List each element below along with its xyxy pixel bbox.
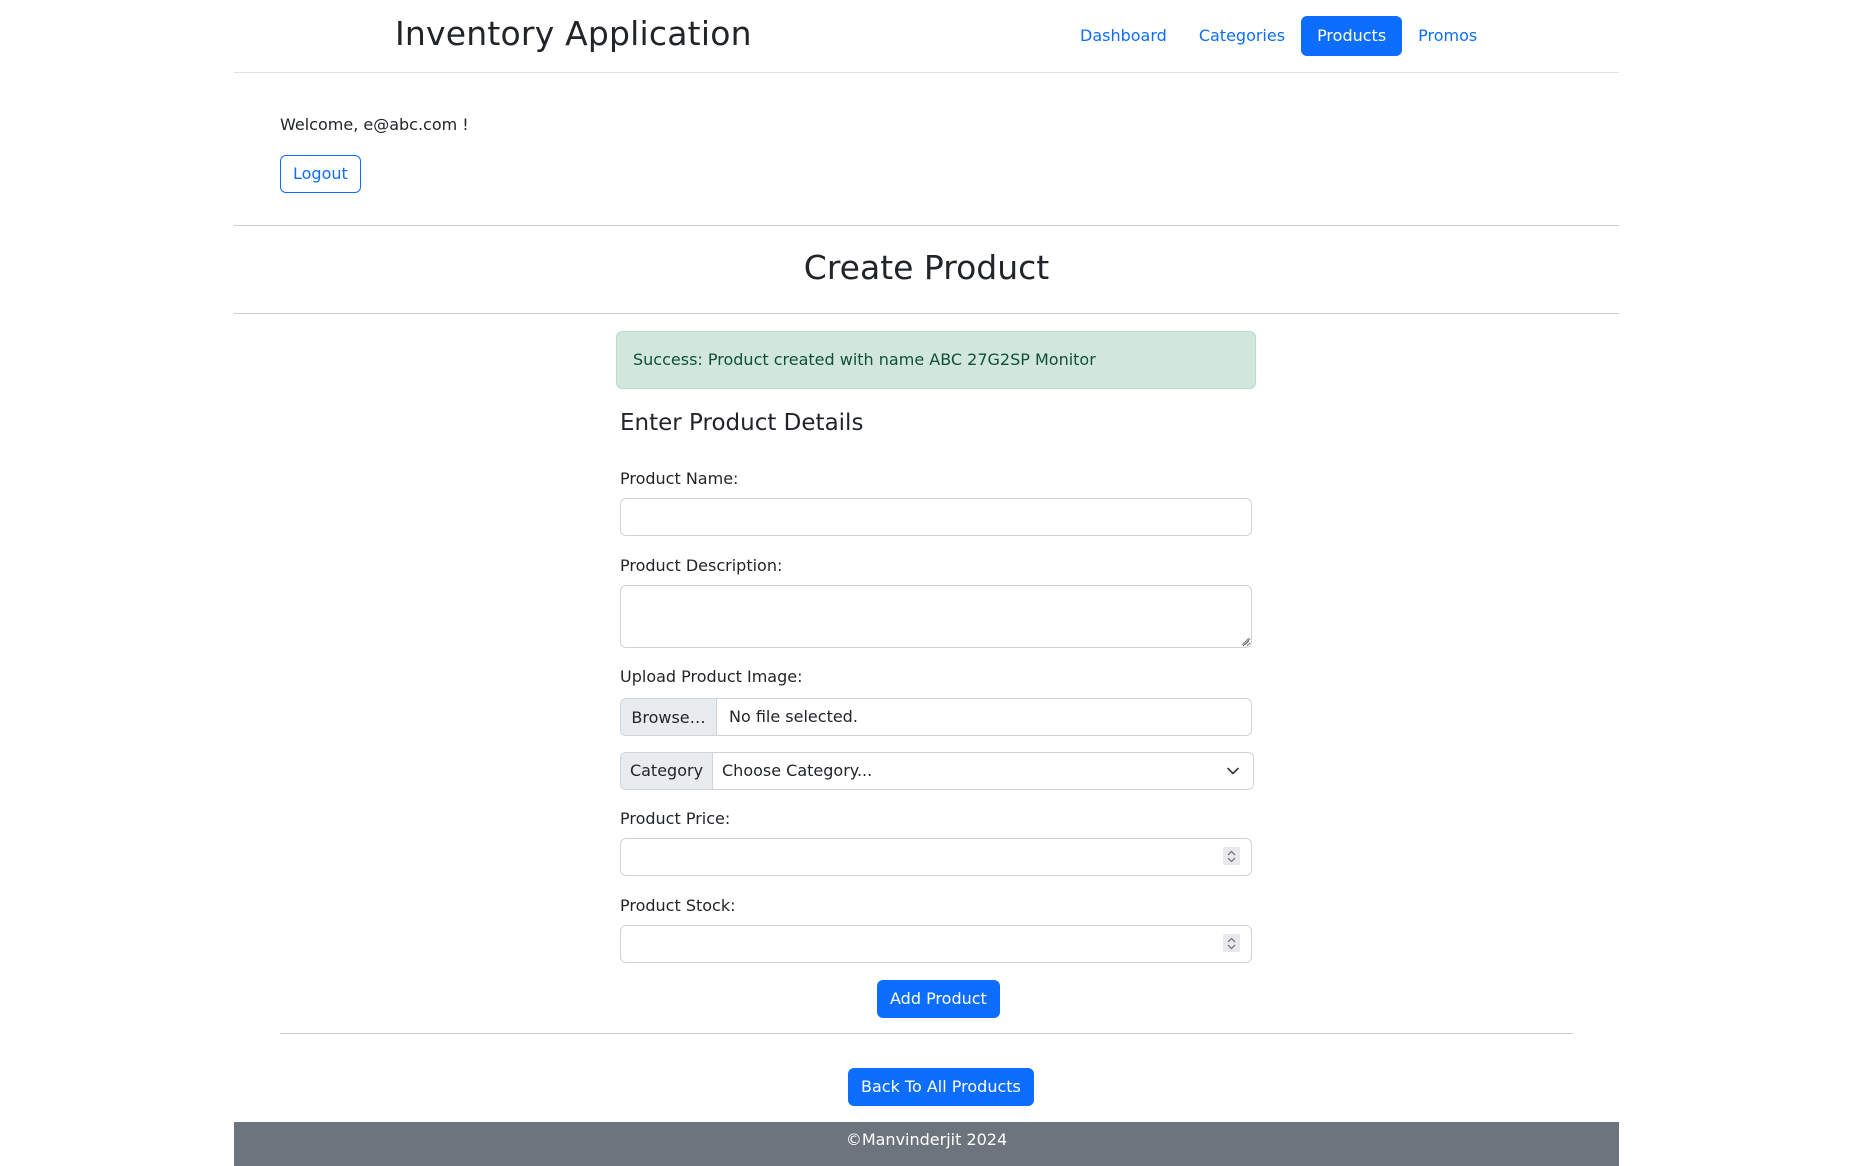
- product-price-input[interactable]: [620, 838, 1252, 876]
- product-stock-label: Product Stock:: [620, 896, 736, 915]
- product-description-input[interactable]: [620, 585, 1252, 648]
- file-status: No file selected.: [729, 707, 858, 726]
- spin-down-icon[interactable]: [1227, 857, 1236, 863]
- spin-up-icon[interactable]: [1227, 850, 1236, 856]
- category-select[interactable]: Choose Category...: [713, 752, 1254, 790]
- upload-image-label: Upload Product Image:: [620, 667, 803, 686]
- main-nav: Dashboard Categories Products Promos: [1064, 16, 1493, 56]
- page-footer: ©Manvinderjit 2024: [234, 1122, 1619, 1166]
- welcome-message: Welcome, e@abc.com !: [280, 115, 469, 134]
- stock-spinner[interactable]: [1223, 934, 1240, 952]
- logout-button[interactable]: Logout: [280, 155, 361, 193]
- category-select-group: Category Choose Category...: [620, 752, 1254, 790]
- page-title: Create Product: [803, 248, 1050, 287]
- chevron-down-icon: [1227, 767, 1239, 775]
- category-selected-value: Choose Category...: [722, 761, 873, 780]
- success-alert: Success: Product created with name ABC 2…: [616, 331, 1256, 389]
- form-section-title: Enter Product Details: [620, 410, 864, 436]
- footer-copyright: ©Manvinderjit 2024: [845, 1130, 1008, 1149]
- divider: [280, 1033, 1573, 1034]
- nav-dashboard[interactable]: Dashboard: [1064, 16, 1183, 56]
- nav-promos[interactable]: Promos: [1402, 16, 1493, 56]
- spin-down-icon[interactable]: [1227, 944, 1236, 950]
- app-header: Inventory Application Dashboard Categori…: [234, 0, 1619, 73]
- nav-products[interactable]: Products: [1301, 16, 1403, 56]
- image-file-input[interactable]: Browse… No file selected.: [620, 698, 1252, 736]
- product-price-wrapper: [620, 838, 1252, 876]
- page-container: Inventory Application Dashboard Categori…: [234, 0, 1619, 1166]
- divider: [234, 313, 1619, 314]
- browse-button[interactable]: Browse…: [621, 699, 717, 735]
- category-addon-label: Category: [620, 752, 713, 790]
- product-description-label: Product Description:: [620, 556, 783, 575]
- product-name-label: Product Name:: [620, 469, 739, 488]
- app-title: Inventory Application: [395, 14, 752, 53]
- product-stock-input[interactable]: [620, 925, 1252, 963]
- add-product-button[interactable]: Add Product: [877, 980, 1000, 1018]
- product-stock-wrapper: [620, 925, 1252, 963]
- product-price-label: Product Price:: [620, 809, 731, 828]
- product-name-input[interactable]: [620, 498, 1252, 536]
- back-to-products-button[interactable]: Back To All Products: [848, 1068, 1034, 1106]
- spin-up-icon[interactable]: [1227, 937, 1236, 943]
- divider: [234, 225, 1619, 226]
- price-spinner[interactable]: [1223, 847, 1240, 865]
- nav-categories[interactable]: Categories: [1183, 16, 1301, 56]
- product-description-wrapper: [620, 585, 1252, 648]
